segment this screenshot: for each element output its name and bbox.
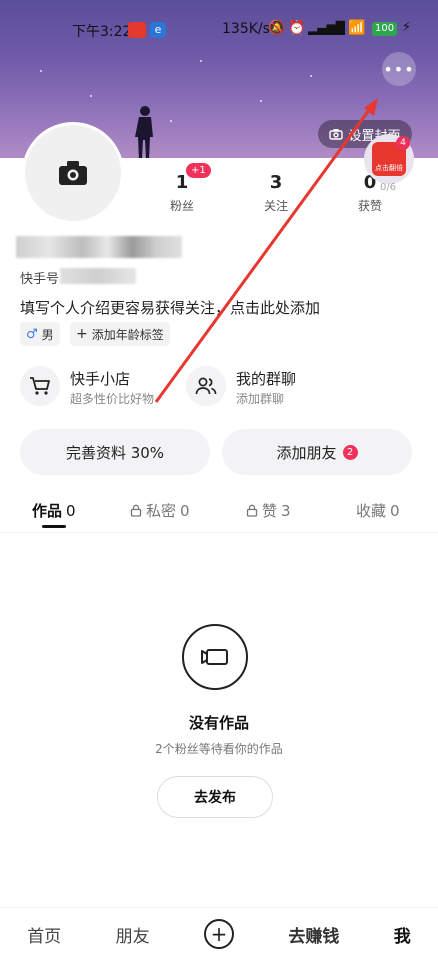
kwai-shop-entry[interactable]: 快手小店 超多性价比好物: [20, 366, 170, 410]
video-camera-icon: [201, 649, 228, 665]
publish-label: 去发布: [194, 790, 236, 806]
avatar[interactable]: [22, 122, 124, 224]
add-friends-button[interactable]: 添加朋友 2: [222, 429, 412, 475]
video-camera-circle: [182, 624, 248, 690]
more-menu-button[interactable]: •••: [382, 52, 416, 86]
tab-private[interactable]: 私密 0: [130, 500, 190, 521]
lock-icon: [246, 504, 258, 517]
browser-notification-icon: e: [150, 22, 166, 38]
nav-me[interactable]: 我: [394, 922, 411, 947]
complete-profile-label: 完善资料 30%: [65, 443, 165, 462]
tabs-divider: [0, 532, 438, 533]
app-notification-icon: [128, 22, 146, 38]
battery-icon: 100: [372, 22, 398, 36]
status-bar: 下午3:22 e 135K/s 🔕 ⏰ ▂▄▆█ 📶 100 ⚡: [0, 0, 438, 40]
kwai-shop-subtitle: 超多性价比好物: [70, 392, 155, 406]
tab-liked-label: 赞: [262, 502, 278, 520]
status-time: 下午3:22: [72, 24, 132, 40]
nav-earn[interactable]: 去赚钱: [288, 922, 339, 947]
wifi-icon: 📶: [348, 20, 366, 36]
tab-works-count: 0: [66, 501, 76, 520]
kwai-shop-title: 快手小店: [70, 370, 131, 388]
kuaishou-id-blurred: [60, 268, 136, 284]
plus-icon: +: [210, 922, 228, 946]
tab-favorites-label: 收藏: [356, 502, 387, 520]
tab-works-label: 作品: [32, 502, 63, 520]
nav-friends[interactable]: 朋友: [116, 922, 150, 947]
charging-icon: ⚡: [402, 20, 412, 35]
network-speed: 135K/s: [222, 21, 270, 37]
tab-favorites-count: 0: [390, 501, 400, 520]
nav-home[interactable]: 首页: [27, 922, 61, 947]
shopping-cart-icon: [30, 377, 50, 395]
cart-icon-wrap: [20, 366, 60, 406]
alarm-icon: ⏰: [288, 20, 306, 36]
lock-icon: [130, 504, 142, 517]
tab-private-label: 私密: [146, 502, 177, 520]
complete-profile-button[interactable]: 完善资料 30%: [20, 429, 210, 475]
red-packet-badge: 4: [396, 136, 410, 150]
add-friends-badge: 2: [342, 444, 358, 460]
tab-private-count: 0: [180, 501, 190, 520]
bottom-navigation: 首页 朋友 + 去赚钱 我: [0, 907, 438, 960]
mute-icon: 🔕: [268, 20, 286, 36]
create-post-button[interactable]: +: [203, 919, 234, 949]
empty-title: 没有作品: [188, 714, 249, 732]
kuaishou-id-label: 快手号: [20, 272, 60, 287]
tab-active-indicator: [42, 525, 66, 528]
signal-icon: ▂▄▆█: [308, 21, 345, 35]
gender-tag[interactable]: ♂ 男: [20, 322, 60, 346]
tab-works[interactable]: 作品 0: [32, 500, 76, 521]
publish-button[interactable]: 去发布: [157, 776, 273, 818]
annotation-arrow: [154, 98, 378, 403]
add-friends-label: 添加朋友: [276, 443, 337, 462]
tab-liked[interactable]: 赞 3: [246, 500, 291, 521]
empty-subtitle: 2个粉丝等待看你的作品: [155, 742, 283, 756]
tab-favorites[interactable]: 收藏 0: [356, 500, 400, 521]
camera-icon: [59, 161, 87, 185]
male-icon: ♂: [26, 326, 38, 342]
more-dots-icon: •••: [383, 59, 415, 79]
tab-liked-count: 3: [281, 501, 291, 520]
gender-tag-label: 男: [41, 327, 54, 342]
plus-icon: +: [76, 326, 88, 342]
